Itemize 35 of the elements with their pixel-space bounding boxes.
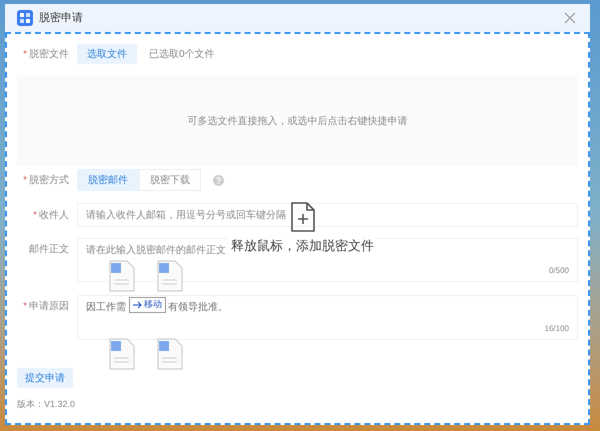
app-logo-icon (17, 10, 33, 26)
reason-text: 有领导批准。 (168, 300, 228, 315)
method-tab[interactable]: 脱密下载 (139, 169, 201, 191)
document-icon (157, 338, 183, 370)
drop-hint: 可多选文件直接拖入，或选中后点击右键快捷申请 (188, 114, 408, 128)
field-label: 脱密方式 (29, 174, 69, 188)
field-label: 申请原因 (29, 300, 69, 314)
submit-button[interactable]: 提交申请 (17, 368, 73, 388)
window-title: 脱密申请 (39, 10, 83, 26)
file-count: 已选取0个文件 (149, 48, 215, 62)
reason-text: 因工作需 (86, 301, 126, 315)
document-icon (109, 260, 135, 292)
field-label: 邮件正文 (29, 242, 69, 257)
field-label: 收件人 (39, 208, 69, 222)
required-mark: * (33, 208, 37, 222)
document-icon (109, 338, 135, 370)
document-icon (157, 260, 183, 292)
field-placeholder: 请在此输入脱密邮件的邮件正文 (86, 244, 226, 258)
char-counter: 0/500 (548, 265, 569, 277)
drop-zone[interactable]: * 脱密文件 选取文件 已选取0个文件 可多选文件直接拖入，或选中后点击右键快捷申请 * 脱密方式 脱密邮件 脱密下载 * 收件人 请输入收件人邮箱，用逗号分号或回车键分隔 邮件正文 请在此输入脱密邮件的邮件正文 0/500 * 申请原因 因工作需 有领导批准。 16/100 提交申请 版本：V1.32.0 释放鼠标，添加脱密文件 移动 (5, 32, 590, 425)
method-tab[interactable]: 脱密邮件 (77, 169, 139, 191)
version-text: 版本：V1.32.0 (17, 398, 76, 411)
recipient-field[interactable]: 请输入收件人邮箱，用逗号分号或回车键分隔 (77, 203, 578, 227)
field-label: 脱密文件 (29, 48, 69, 62)
required-mark: * (23, 174, 27, 188)
arrow-icon (133, 300, 142, 309)
help-icon[interactable] (213, 174, 224, 186)
file-add-icon (290, 202, 314, 232)
file-drop-area[interactable]: 可多选文件直接拖入，或选中后点击右键快捷申请 (17, 76, 578, 166)
close-button[interactable] (562, 10, 578, 26)
required-mark: * (23, 48, 27, 62)
required-mark: * (23, 300, 27, 314)
drag-action-text: 移动 (144, 298, 162, 311)
char-counter: 16/100 (544, 323, 569, 335)
select-file-button[interactable]: 选取文件 (77, 44, 137, 64)
